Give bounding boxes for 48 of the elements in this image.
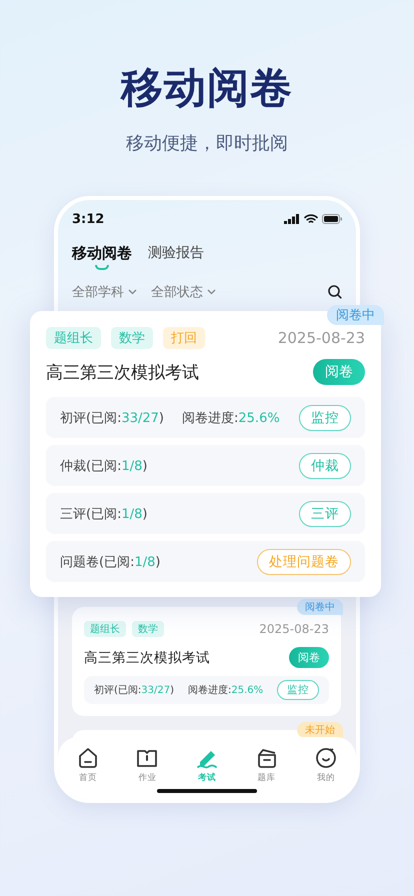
status-time: 3:12 (72, 212, 104, 226)
progress-text: 阅卷进度:25.6% (188, 684, 264, 697)
exam-date: 2025-08-23 (278, 329, 365, 347)
exam-title: 高三第三次模拟考试 (46, 362, 199, 384)
tag: 数学 (111, 327, 153, 349)
stage-count: 问题卷(已阅:1/8) (60, 554, 160, 570)
battery-icon (322, 214, 342, 224)
subtitle: 移动便捷，即时批阅 (126, 132, 288, 156)
stage-button[interactable]: 仲裁 (299, 452, 351, 478)
stage-button[interactable]: 三评 (299, 500, 351, 526)
tab[interactable]: 移动阅卷 (72, 244, 132, 278)
tab-bar-item[interactable]: 作业 (127, 747, 168, 787)
stage-count: 初评(已阅:33/27) (60, 410, 164, 426)
stage-button[interactable]: 监控 (277, 680, 319, 700)
progress-text: 阅卷进度:25.6% (182, 410, 280, 426)
tab-bar-item[interactable]: 考试 (186, 747, 227, 787)
review-button[interactable]: 阅卷 (289, 647, 329, 668)
stage-count: 初评(已阅:33/27) (94, 684, 174, 697)
review-button[interactable]: 阅卷 (313, 359, 365, 385)
book-icon (136, 747, 158, 769)
tab-bar-item[interactable]: 首页 (68, 747, 108, 787)
status-badge: 阅卷中 (327, 305, 384, 325)
tag: 数学 (132, 621, 164, 637)
tag: 打回 (163, 327, 205, 349)
headline: 移动阅卷 (121, 62, 293, 114)
tag: 题组长 (46, 327, 101, 349)
tab-bar-item[interactable]: 题库 (246, 747, 287, 787)
filter-dropdown[interactable]: 全部学科 (72, 283, 137, 301)
stage-button[interactable]: 监控 (299, 404, 351, 430)
basket-icon (256, 747, 278, 769)
status-badge: 未开始 (297, 722, 343, 738)
tab[interactable]: 测验报告 (148, 244, 204, 278)
exam-date: 2025-08-23 (259, 622, 329, 636)
wifi-icon (304, 214, 318, 224)
tag: 题组长 (84, 621, 126, 637)
home-icon (76, 747, 99, 769)
tab-bar-item[interactable]: 我的 (306, 747, 346, 787)
chevron-icon (207, 289, 216, 295)
exam-title: 高三第三次模拟考试 (84, 648, 210, 666)
stage-count: 三评(已阅:1/8) (60, 506, 148, 522)
signal-icon (284, 214, 300, 224)
search-icon (328, 285, 342, 299)
stage-button[interactable]: 处理问题卷 (257, 548, 351, 574)
status-badge: 阅卷中 (297, 599, 343, 615)
chevron-icon (128, 289, 137, 295)
filter-dropdown[interactable]: 全部状态 (151, 283, 216, 301)
face-icon (315, 747, 338, 769)
stage-count: 仲裁(已阅:1/8) (60, 458, 148, 474)
